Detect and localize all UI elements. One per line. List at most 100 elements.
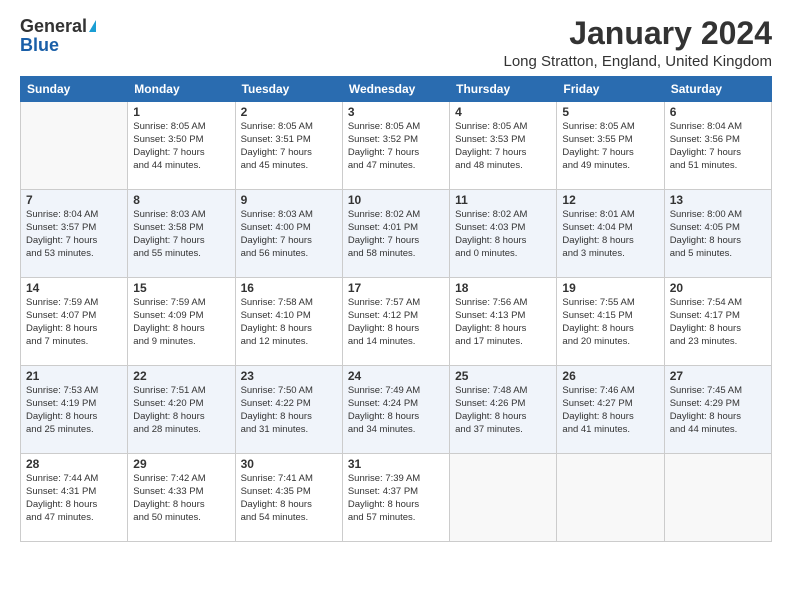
- day-info: Sunrise: 7:53 AMSunset: 4:19 PMDaylight:…: [26, 385, 122, 436]
- calendar-cell: 14Sunrise: 7:59 AMSunset: 4:07 PMDayligh…: [21, 278, 128, 366]
- day-info: Sunrise: 8:01 AMSunset: 4:04 PMDaylight:…: [562, 209, 658, 260]
- day-number: 20: [670, 281, 766, 295]
- day-info: Sunrise: 8:02 AMSunset: 4:03 PMDaylight:…: [455, 209, 551, 260]
- day-info: Sunrise: 7:59 AMSunset: 4:09 PMDaylight:…: [133, 297, 229, 348]
- calendar-cell: 8 Sunrise: 8:03 AMSunset: 3:58 PMDaylight…: [128, 190, 235, 278]
- calendar-cell: 7Sunrise: 8:04 AMSunset: 3:57 PMDaylight…: [21, 190, 128, 278]
- calendar-cell: [21, 102, 128, 190]
- day-number: 18: [455, 281, 551, 295]
- calendar-cell: 3 Sunrise: 8:05 AMSunset: 3:52 PMDaylight…: [342, 102, 449, 190]
- day-info: Sunrise: 8:02 AMSunset: 4:01 PMDaylight:…: [348, 209, 444, 260]
- calendar-cell: 2 Sunrise: 8:05 AMSunset: 3:51 PMDaylight…: [235, 102, 342, 190]
- weekday-header-row: SundayMondayTuesdayWednesdayThursdayFrid…: [21, 77, 772, 102]
- day-number: 12: [562, 193, 658, 207]
- day-info: Sunrise: 8:05 AMSunset: 3:52 PMDaylight:…: [348, 121, 444, 172]
- day-info: Sunrise: 7:39 AMSunset: 4:37 PMDaylight:…: [348, 473, 444, 524]
- calendar-cell: 5Sunrise: 8:05 AMSunset: 3:55 PMDaylight…: [557, 102, 664, 190]
- calendar-week-row: 28 Sunrise: 7:44 AMSunset: 4:31 PMDayligh…: [21, 454, 772, 542]
- day-number: 28: [26, 457, 122, 471]
- day-number: 8: [133, 193, 229, 207]
- day-number: 21: [26, 369, 122, 383]
- day-number: 10: [348, 193, 444, 207]
- day-info: Sunrise: 8:03 AMSunset: 4:00 PMDaylight:…: [241, 209, 337, 260]
- day-number: 11: [455, 193, 551, 207]
- day-number: 26: [562, 369, 658, 383]
- day-info: Sunrise: 7:56 AMSunset: 4:13 PMDaylight:…: [455, 297, 551, 348]
- day-number: 13: [670, 193, 766, 207]
- calendar-cell: [557, 454, 664, 542]
- calendar-cell: 31 Sunrise: 7:39 AMSunset: 4:37 PMDayligh…: [342, 454, 449, 542]
- day-number: 16: [241, 281, 337, 295]
- logo-blue: Blue: [20, 35, 59, 56]
- calendar-cell: 16 Sunrise: 7:58 AMSunset: 4:10 PMDayligh…: [235, 278, 342, 366]
- day-info: Sunrise: 8:05 AMSunset: 3:50 PMDaylight:…: [133, 121, 229, 172]
- day-info: Sunrise: 8:05 AMSunset: 3:55 PMDaylight:…: [562, 121, 658, 172]
- month-title: January 2024: [503, 16, 772, 51]
- calendar-cell: 29 Sunrise: 7:42 AMSunset: 4:33 PMDayligh…: [128, 454, 235, 542]
- calendar-cell: 13Sunrise: 8:00 AMSunset: 4:05 PMDayligh…: [664, 190, 771, 278]
- day-info: Sunrise: 7:46 AMSunset: 4:27 PMDaylight:…: [562, 385, 658, 436]
- calendar-cell: 19Sunrise: 7:55 AMSunset: 4:15 PMDayligh…: [557, 278, 664, 366]
- calendar-cell: 11 Sunrise: 8:02 AMSunset: 4:03 PMDayligh…: [450, 190, 557, 278]
- day-number: 30: [241, 457, 337, 471]
- day-number: 9: [241, 193, 337, 207]
- day-number: 25: [455, 369, 551, 383]
- calendar-week-row: 1Sunrise: 8:05 AMSunset: 3:50 PMDaylight…: [21, 102, 772, 190]
- day-info: Sunrise: 8:04 AMSunset: 3:56 PMDaylight:…: [670, 121, 766, 172]
- day-info: Sunrise: 7:58 AMSunset: 4:10 PMDaylight:…: [241, 297, 337, 348]
- weekday-header-wednesday: Wednesday: [342, 77, 449, 102]
- calendar-cell: 15Sunrise: 7:59 AMSunset: 4:09 PMDayligh…: [128, 278, 235, 366]
- day-number: 17: [348, 281, 444, 295]
- logo: General Blue: [20, 16, 96, 56]
- calendar-week-row: 7Sunrise: 8:04 AMSunset: 3:57 PMDaylight…: [21, 190, 772, 278]
- calendar-cell: 12 Sunrise: 8:01 AMSunset: 4:04 PMDayligh…: [557, 190, 664, 278]
- calendar-cell: 21 Sunrise: 7:53 AMSunset: 4:19 PMDayligh…: [21, 366, 128, 454]
- location-title: Long Stratton, England, United Kingdom: [503, 53, 772, 70]
- calendar-week-row: 21 Sunrise: 7:53 AMSunset: 4:19 PMDayligh…: [21, 366, 772, 454]
- weekday-header-friday: Friday: [557, 77, 664, 102]
- calendar-table: SundayMondayTuesdayWednesdayThursdayFrid…: [20, 76, 772, 542]
- calendar-cell: 6 Sunrise: 8:04 AMSunset: 3:56 PMDaylight…: [664, 102, 771, 190]
- header: General Blue January 2024 Long Stratton,…: [20, 16, 772, 70]
- calendar-page: General Blue January 2024 Long Stratton,…: [0, 0, 792, 612]
- weekday-header-tuesday: Tuesday: [235, 77, 342, 102]
- day-number: 23: [241, 369, 337, 383]
- day-number: 22: [133, 369, 229, 383]
- calendar-cell: 1Sunrise: 8:05 AMSunset: 3:50 PMDaylight…: [128, 102, 235, 190]
- logo-general: General: [20, 16, 87, 37]
- day-number: 31: [348, 457, 444, 471]
- day-info: Sunrise: 7:51 AMSunset: 4:20 PMDaylight:…: [133, 385, 229, 436]
- day-info: Sunrise: 7:50 AMSunset: 4:22 PMDaylight:…: [241, 385, 337, 436]
- calendar-cell: [664, 454, 771, 542]
- calendar-cell: 17Sunrise: 7:57 AMSunset: 4:12 PMDayligh…: [342, 278, 449, 366]
- calendar-cell: 20 Sunrise: 7:54 AMSunset: 4:17 PMDayligh…: [664, 278, 771, 366]
- weekday-header-thursday: Thursday: [450, 77, 557, 102]
- calendar-cell: [450, 454, 557, 542]
- day-info: Sunrise: 8:05 AMSunset: 3:53 PMDaylight:…: [455, 121, 551, 172]
- day-number: 29: [133, 457, 229, 471]
- day-info: Sunrise: 7:48 AMSunset: 4:26 PMDaylight:…: [455, 385, 551, 436]
- day-number: 3: [348, 105, 444, 119]
- weekday-header-monday: Monday: [128, 77, 235, 102]
- day-info: Sunrise: 8:05 AMSunset: 3:51 PMDaylight:…: [241, 121, 337, 172]
- calendar-cell: 10 Sunrise: 8:02 AMSunset: 4:01 PMDayligh…: [342, 190, 449, 278]
- day-number: 2: [241, 105, 337, 119]
- day-info: Sunrise: 8:04 AMSunset: 3:57 PMDaylight:…: [26, 209, 122, 260]
- calendar-cell: 18 Sunrise: 7:56 AMSunset: 4:13 PMDayligh…: [450, 278, 557, 366]
- title-block: January 2024 Long Stratton, England, Uni…: [503, 16, 772, 70]
- calendar-cell: 26 Sunrise: 7:46 AMSunset: 4:27 PMDayligh…: [557, 366, 664, 454]
- logo-triangle-icon: [89, 20, 96, 32]
- calendar-week-row: 14Sunrise: 7:59 AMSunset: 4:07 PMDayligh…: [21, 278, 772, 366]
- day-info: Sunrise: 8:03 AMSunset: 3:58 PMDaylight:…: [133, 209, 229, 260]
- day-info: Sunrise: 7:41 AMSunset: 4:35 PMDaylight:…: [241, 473, 337, 524]
- day-number: 27: [670, 369, 766, 383]
- calendar-cell: 27Sunrise: 7:45 AMSunset: 4:29 PMDayligh…: [664, 366, 771, 454]
- day-info: Sunrise: 7:42 AMSunset: 4:33 PMDaylight:…: [133, 473, 229, 524]
- day-number: 14: [26, 281, 122, 295]
- day-info: Sunrise: 7:44 AMSunset: 4:31 PMDaylight:…: [26, 473, 122, 524]
- day-info: Sunrise: 7:54 AMSunset: 4:17 PMDaylight:…: [670, 297, 766, 348]
- weekday-header-sunday: Sunday: [21, 77, 128, 102]
- day-info: Sunrise: 7:55 AMSunset: 4:15 PMDaylight:…: [562, 297, 658, 348]
- day-number: 6: [670, 105, 766, 119]
- day-number: 24: [348, 369, 444, 383]
